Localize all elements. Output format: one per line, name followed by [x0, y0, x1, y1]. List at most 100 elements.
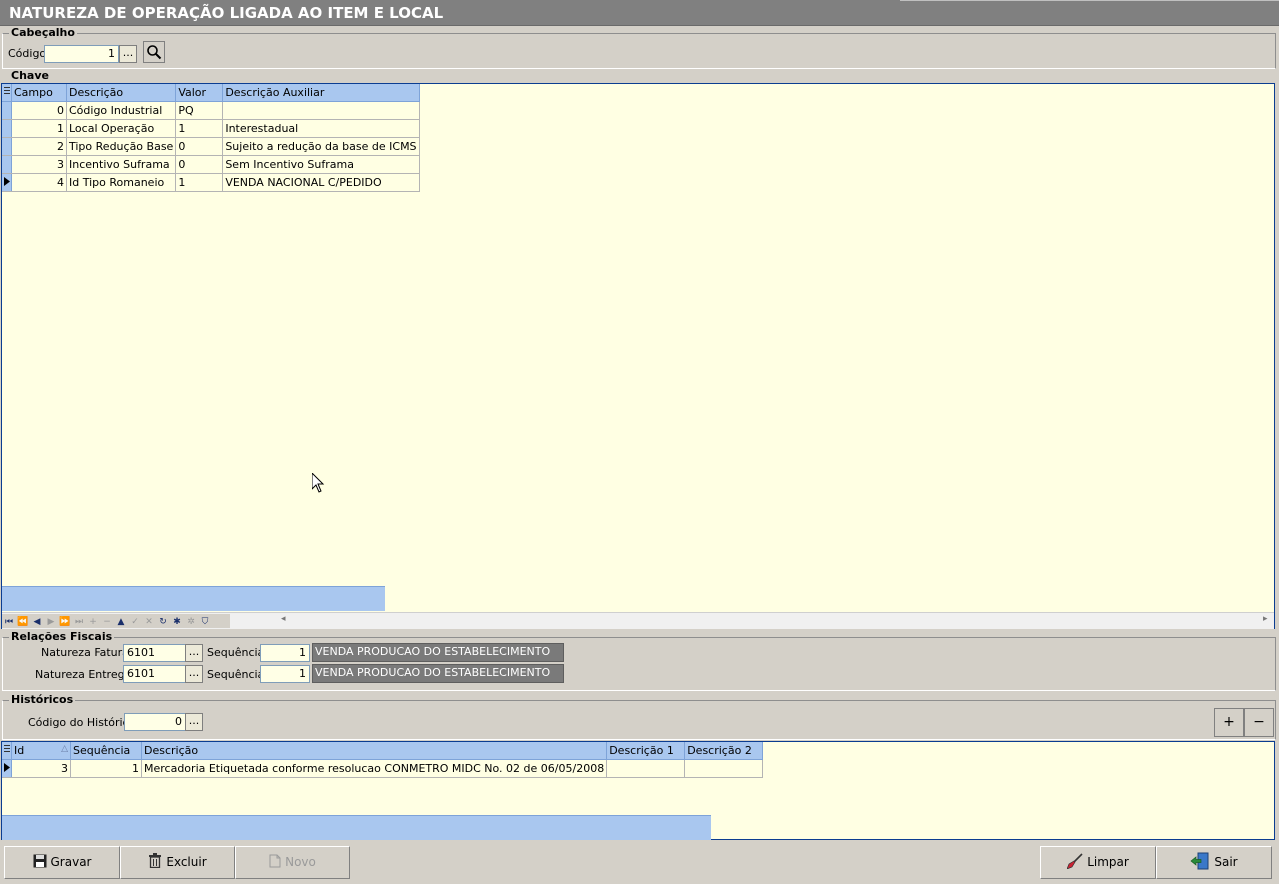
cell-valor[interactable]: 0 — [175, 137, 224, 156]
chave-horizontal-scrollbar[interactable]: ⏮ ⏪ ◀ ▶ ⏩ ⏭ + − ▲ ✓ ✕ ↻ ✱ ✲ ⛉ ◂ ▸ — [2, 612, 1274, 629]
cell-campo[interactable]: 2 — [11, 137, 67, 156]
column-list-icon — [3, 87, 10, 94]
table-row[interactable]: 1 Local Operação 1 Interestadual — [2, 119, 420, 138]
add-historico-button[interactable]: + — [1214, 708, 1244, 737]
col-valor[interactable]: Valor — [175, 84, 224, 102]
gravar-button[interactable]: Gravar — [4, 846, 120, 879]
nav-last-icon[interactable]: ⏭ — [72, 616, 86, 628]
cell-aux[interactable]: VENDA NACIONAL C/PEDIDO — [222, 173, 420, 192]
cell-aux[interactable]: Sujeito a redução da base de ICMS — [222, 137, 420, 156]
table-row-selected[interactable]: 3 1 Mercadoria Etiquetada conforme resol… — [2, 759, 764, 778]
cell-descricao-2[interactable] — [684, 759, 764, 778]
grid-column-chooser-icon[interactable] — [2, 84, 12, 102]
cell-campo[interactable]: 0 — [11, 101, 67, 120]
codigo-lookup-button[interactable]: ... — [119, 45, 137, 63]
codigo-historico-input[interactable]: 0 — [124, 713, 186, 731]
table-row[interactable]: 3 Incentivo Suframa 0 Sem Incentivo Sufr… — [2, 155, 420, 174]
scroll-left-arrow-icon[interactable]: ◂ — [281, 614, 286, 624]
col-id[interactable]: Id △ — [11, 742, 71, 760]
nav-refresh-icon[interactable]: ↻ — [156, 616, 170, 628]
nav-delete-icon[interactable]: − — [100, 616, 114, 628]
limpar-label: Limpar — [1087, 855, 1129, 869]
cell-valor[interactable]: PQ — [175, 101, 224, 120]
col-sequencia[interactable]: Sequência — [70, 742, 142, 760]
row-indicator-current — [2, 173, 12, 192]
nav-filter-icon[interactable]: ⛉ — [198, 616, 212, 628]
nav-goto-bookmark-icon[interactable]: ✲ — [184, 616, 198, 628]
grid-navigator: ⏮ ⏪ ◀ ▶ ⏩ ⏭ + − ▲ ✓ ✕ ↻ ✱ ✲ ⛉ — [2, 614, 230, 628]
nav-edit-icon[interactable]: ▲ — [114, 616, 128, 628]
nav-next-page-icon[interactable]: ⏩ — [58, 616, 72, 628]
row-indicator — [2, 155, 12, 174]
excluir-button[interactable]: Excluir — [120, 846, 235, 879]
trash-icon — [149, 853, 162, 869]
exit-door-icon — [1190, 852, 1209, 870]
cell-descricao[interactable]: Mercadoria Etiquetada conforme resolucao… — [141, 759, 608, 778]
col-descricao[interactable]: Descrição — [141, 742, 608, 760]
grid-column-chooser-icon[interactable] — [2, 742, 12, 760]
scroll-right-arrow-icon[interactable]: ▸ — [1263, 614, 1268, 624]
chave-grid-footer — [2, 586, 385, 611]
sair-button[interactable]: Sair — [1156, 846, 1272, 879]
col-descricao-auxiliar[interactable]: Descrição Auxiliar — [222, 84, 420, 102]
new-document-icon — [269, 854, 281, 868]
nav-prior-page-icon[interactable]: ⏪ — [16, 616, 30, 628]
col-descricao[interactable]: Descrição — [66, 84, 177, 102]
entrega-sequencia-input[interactable]: 1 — [260, 665, 310, 683]
mouse-cursor-icon — [312, 473, 325, 493]
codigo-historico-lookup-button[interactable]: ... — [185, 713, 203, 731]
fatura-sequencia-input[interactable]: 1 — [260, 644, 310, 662]
natureza-fatura-input[interactable]: 6101 — [123, 644, 186, 662]
col-id-label: Id — [14, 744, 25, 757]
table-row[interactable]: 2 Tipo Redução Base 0 Sujeito a redução … — [2, 137, 420, 156]
nav-insert-icon[interactable]: + — [86, 616, 100, 628]
cell-aux[interactable] — [222, 101, 420, 120]
cell-descricao[interactable]: Id Tipo Romaneio — [66, 173, 177, 192]
cell-descricao[interactable]: Tipo Redução Base — [66, 137, 177, 156]
historicos-grid[interactable]: Id △ Sequência Descrição Descrição 1 Desc… — [1, 741, 1275, 840]
cell-aux[interactable]: Interestadual — [222, 119, 420, 138]
current-row-arrow-icon — [3, 177, 10, 186]
chave-title: Chave — [9, 69, 51, 82]
relacoes-fiscais-title: Relações Fiscais — [9, 630, 115, 643]
table-row[interactable]: 0 Código Industrial PQ — [2, 101, 420, 120]
nav-next-icon[interactable]: ▶ — [44, 616, 58, 628]
table-row-selected[interactable]: 4 Id Tipo Romaneio 1 VENDA NACIONAL C/PE… — [2, 173, 420, 192]
remove-historico-button[interactable]: − — [1244, 708, 1274, 737]
row-indicator — [2, 119, 12, 138]
col-descricao-1[interactable]: Descrição 1 — [606, 742, 686, 760]
cell-campo[interactable]: 3 — [11, 155, 67, 174]
natureza-fatura-label: Natureza Fatura — [41, 646, 129, 659]
cell-id[interactable]: 3 — [11, 759, 71, 778]
cell-descricao[interactable]: Código Industrial — [66, 101, 177, 120]
cell-campo[interactable]: 1 — [11, 119, 67, 138]
row-indicator-current — [2, 759, 12, 778]
codigo-label: Código — [8, 47, 47, 60]
chave-grid[interactable]: Campo Descrição Valor Descrição Auxiliar… — [1, 83, 1275, 629]
cell-valor[interactable]: 1 — [175, 119, 224, 138]
novo-button[interactable]: Novo — [235, 846, 350, 879]
col-descricao-2[interactable]: Descrição 2 — [684, 742, 764, 760]
nav-bookmark-icon[interactable]: ✱ — [170, 616, 184, 628]
cell-descricao-1[interactable] — [606, 759, 686, 778]
sort-asc-icon: △ — [61, 744, 68, 754]
cell-valor[interactable]: 1 — [175, 173, 224, 192]
col-campo[interactable]: Campo — [11, 84, 67, 102]
codigo-input[interactable]: 1 — [44, 45, 119, 63]
natureza-entrega-input[interactable]: 6101 — [123, 665, 186, 683]
cell-aux[interactable]: Sem Incentivo Suframa — [222, 155, 420, 174]
search-button[interactable] — [143, 41, 165, 63]
limpar-button[interactable]: Limpar — [1040, 846, 1156, 879]
cell-valor[interactable]: 0 — [175, 155, 224, 174]
cell-campo[interactable]: 4 — [11, 173, 67, 192]
nav-cancel-icon[interactable]: ✕ — [142, 616, 156, 628]
nav-first-page-icon[interactable]: ⏮ — [2, 616, 16, 628]
natureza-fatura-lookup-button[interactable]: ... — [185, 644, 203, 662]
cell-descricao[interactable]: Local Operação — [66, 119, 177, 138]
nav-post-icon[interactable]: ✓ — [128, 616, 142, 628]
cell-descricao[interactable]: Incentivo Suframa — [66, 155, 177, 174]
cell-sequencia[interactable]: 1 — [70, 759, 142, 778]
gravar-label: Gravar — [50, 855, 92, 869]
nav-prior-icon[interactable]: ◀ — [30, 616, 44, 628]
natureza-entrega-lookup-button[interactable]: ... — [185, 665, 203, 683]
